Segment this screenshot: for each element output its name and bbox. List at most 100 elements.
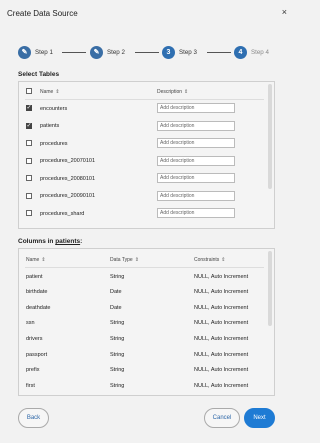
column-constraints: NULL, Auto Increment (194, 382, 249, 389)
column-name: first (26, 382, 35, 389)
description-input[interactable] (157, 138, 235, 148)
table-select-checkbox[interactable] (26, 157, 32, 164)
dialog-title: Create Data Source (7, 9, 78, 18)
step-3-label: Step 3 (179, 48, 197, 56)
selected-table-name: patients (55, 238, 81, 245)
description-input[interactable] (157, 190, 235, 201)
sort-icon: ⇕ (55, 88, 60, 95)
column-row[interactable]: drivers String NULL, Auto Increment (19, 330, 267, 347)
step-1-label: Step 1 (35, 48, 53, 56)
description-input[interactable] (157, 155, 235, 166)
step-4-number: 4 (234, 45, 247, 59)
table-select-checkbox[interactable]: ✓ (26, 105, 32, 111)
stepper: ✎ Step 1 ✎ Step 2 3 Step 3 4 Step 4 (18, 45, 280, 59)
close-icon[interactable]: × (282, 7, 287, 17)
table-select-checkbox[interactable] (26, 140, 32, 146)
column-row[interactable]: passport String NULL, Auto Increment (19, 346, 267, 363)
sort-icon: ⇕ (184, 88, 189, 95)
columns-panel: Name ⇕ Data Type ⇕ Constraints ⇕ patient Str… (18, 248, 275, 396)
pencil-icon: ✎ (90, 45, 103, 59)
step-2: ✎ Step 2 (90, 45, 125, 59)
column-row[interactable]: ssn String NULL, Auto Increment (19, 315, 267, 332)
columns-scrollbar[interactable] (268, 251, 272, 326)
column-row[interactable]: birthdate Date NULL, Auto Increment (19, 284, 267, 301)
columns-header-row: Name ⇕ Data Type ⇕ Constraints ⇕ (19, 251, 267, 268)
table-row: procedures (19, 135, 267, 152)
tables-header-row: Name ⇕ Description ⇕ (19, 83, 267, 100)
sort-icon: ⇕ (134, 256, 139, 263)
table-name: patients (40, 123, 60, 129)
column-name: deathdate (26, 304, 51, 311)
column-data-type: String (110, 273, 125, 280)
column-data-type: String (110, 335, 125, 342)
name-column-header[interactable]: Name ⇕ (40, 89, 60, 95)
constraints-column-header[interactable]: Constraints ⇕ (194, 257, 226, 263)
column-constraints: NULL, Auto Increment (194, 335, 249, 342)
table-name: procedures_shard (40, 210, 85, 217)
select-tables-label: Select Tables (18, 71, 60, 78)
column-row[interactable]: patient String NULL, Auto Increment (19, 268, 267, 285)
column-data-type: String (110, 382, 125, 389)
column-data-type: String (110, 320, 125, 327)
sort-icon: ⇕ (221, 256, 226, 263)
column-name: passport (26, 351, 48, 358)
table-name: procedures_20070101 (40, 158, 96, 164)
column-constraints: NULL, Auto Increment (194, 351, 249, 358)
table-row: ✓ encounters (19, 100, 267, 117)
table-select-checkbox[interactable]: ✓ (26, 122, 32, 129)
data-type-column-header[interactable]: Data Type ⇕ (110, 257, 139, 263)
column-data-type: String (110, 367, 125, 374)
column-constraints: NULL, Auto Increment (194, 320, 249, 327)
table-row: procedures_20080101 (19, 170, 267, 187)
tables-panel: Name⇕ Description⇕ ✓ encounters ✓ patients p… (18, 81, 275, 229)
step-3-number: 3 (162, 45, 175, 59)
column-name: birthdate (26, 289, 48, 296)
table-select-checkbox[interactable] (26, 192, 32, 199)
step-2-label: Step 2 (107, 48, 125, 56)
column-name: ssn (26, 320, 35, 327)
table-select-checkbox[interactable] (26, 210, 32, 216)
column-name: patient (26, 273, 43, 280)
column-data-type: Date (110, 304, 122, 311)
description-input[interactable] (157, 208, 235, 218)
sort-icon: ⇕ (41, 256, 46, 263)
step-connector (62, 51, 86, 53)
name-column-header[interactable]: Name ⇕ (26, 257, 46, 263)
table-row: ✓ patients (19, 118, 267, 135)
table-name: procedures_20080101 (40, 175, 96, 182)
next-button[interactable]: Next (244, 408, 275, 428)
columns-label: Columns in patients: (18, 238, 83, 245)
table-name: encounters (40, 105, 68, 112)
step-4: 4 Step 4 (234, 45, 269, 59)
table-row: procedures_20070101 (19, 153, 267, 170)
table-name: procedures_20090101 (40, 193, 96, 199)
tables-scrollbar[interactable] (268, 84, 272, 189)
column-constraints: NULL, Auto Increment (194, 304, 249, 311)
description-column-header[interactable]: Description ⇕ (157, 89, 188, 95)
column-constraints: NULL, Auto Increment (194, 367, 249, 374)
back-button[interactable]: Back (18, 408, 49, 428)
description-input[interactable] (157, 103, 235, 113)
column-constraints: NULL, Auto Increment (194, 273, 249, 280)
step-1: ✎ Step 1 (18, 45, 53, 59)
table-name: procedures (40, 140, 68, 147)
step-4-label: Step 4 (251, 48, 269, 56)
description-input[interactable] (157, 120, 235, 131)
column-name: prefix (26, 367, 40, 374)
table-select-checkbox[interactable] (26, 175, 32, 181)
column-data-type: Date (110, 289, 122, 296)
step-connector (135, 51, 159, 53)
select-all-checkbox[interactable] (26, 88, 32, 94)
column-data-type: String (110, 351, 125, 358)
column-name: drivers (26, 335, 43, 342)
table-row: procedures_20090101 (19, 188, 267, 205)
cancel-button[interactable]: Cancel (204, 408, 240, 428)
column-row[interactable]: deathdate Date NULL, Auto Increment (19, 299, 267, 316)
table-row: procedures_shard (19, 205, 267, 222)
column-constraints: NULL, Auto Increment (194, 289, 249, 296)
step-3: 3 Step 3 (162, 45, 197, 59)
column-row[interactable]: first String NULL, Auto Increment (19, 377, 267, 394)
column-row[interactable]: prefix String NULL, Auto Increment (19, 362, 267, 379)
description-input[interactable] (157, 173, 235, 183)
pencil-icon: ✎ (18, 45, 31, 59)
